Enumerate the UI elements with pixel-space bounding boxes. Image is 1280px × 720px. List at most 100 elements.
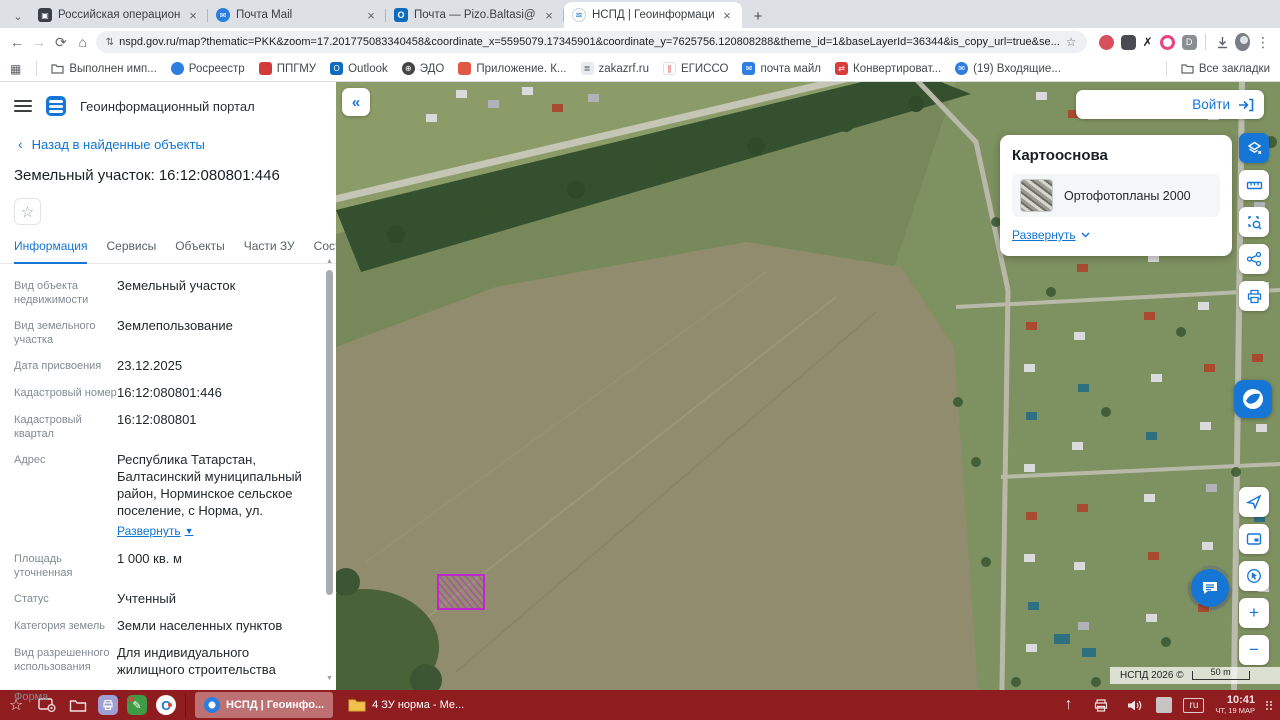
print-button[interactable] (1239, 281, 1269, 311)
scale-bar: 50 m (1191, 668, 1250, 680)
tab-close-icon[interactable]: × (364, 8, 378, 23)
zoom-in-button[interactable]: + (1239, 598, 1269, 628)
extension-icon[interactable]: D (1181, 34, 1197, 50)
bookmark-item[interactable]: ППГМУ (258, 62, 316, 75)
folder-icon (51, 64, 64, 74)
bookmark-favicon: ∥ (663, 62, 676, 75)
ruler-measure-button[interactable] (1239, 170, 1269, 200)
extension-icon[interactable]: ✗ (1143, 35, 1153, 50)
favorite-star-button[interactable]: ☆ (14, 198, 41, 225)
area-search-icon (1247, 215, 1261, 229)
bookmark-item[interactable]: Выполнен имп... (51, 63, 157, 75)
chat-assistant-button[interactable] (1187, 565, 1233, 611)
browser-tab-3[interactable]: Почта — Pizo.Baltasi@tat... × (386, 2, 564, 28)
back-icon[interactable]: ← (8, 31, 26, 53)
map-canvas[interactable]: « Войти Картооснова Ортофотопланы 2000 Р… (336, 82, 1280, 690)
bookmark-star-icon[interactable]: ☆ (1066, 35, 1077, 49)
tab-parcel-parts[interactable]: Части ЗУ (244, 239, 295, 262)
browser-toolbar: ← → ⟳ ⌂ ⇅ nspd.gov.ru/map?thematic=PKK&z… (0, 28, 1280, 56)
attribute-row: Дата присвоения 23.12.2025 (14, 358, 183, 373)
browser-tab-active[interactable]: НСПД | Геоинформацион... × (564, 2, 742, 28)
overview-map-button[interactable] (1239, 524, 1269, 554)
browser-tab-1[interactable]: Российская операционн... × (30, 2, 208, 28)
basemap-expand-link[interactable]: Развернуть (1012, 228, 1090, 242)
downloads-icon[interactable] (1213, 31, 1231, 53)
layers-icon (1247, 141, 1261, 154)
tab-close-icon[interactable]: × (542, 8, 556, 23)
home-icon[interactable]: ⌂ (74, 31, 92, 53)
tray-expand-icon[interactable]: ↑ (1057, 694, 1079, 716)
keyboard-layout-indicator[interactable]: ru (1183, 697, 1205, 713)
object-info-sidebar: Геоинформационный портал ‹ Назад в найде… (0, 82, 379, 704)
divider (36, 61, 38, 76)
folder-icon (1181, 64, 1194, 74)
layers-button[interactable] (1239, 133, 1269, 163)
extension-icon[interactable] (1098, 34, 1114, 50)
taskbar-window-folder[interactable]: 4 ЗУ норма - Ме... (342, 698, 470, 712)
selected-parcel-outline[interactable] (437, 574, 485, 610)
basemap-layer-row[interactable]: Ортофотопланы 2000 (1012, 174, 1220, 217)
share-button[interactable] (1239, 244, 1269, 274)
scroll-down-icon[interactable]: ▼ (326, 675, 333, 682)
area-search-button[interactable] (1239, 207, 1269, 237)
menu-icon[interactable] (14, 100, 32, 112)
nspd-assistant-button[interactable] (1234, 380, 1272, 418)
profile-avatar[interactable] (1235, 33, 1251, 51)
scrollbar-thumb[interactable] (326, 270, 333, 595)
address-bar[interactable]: ⇅ nspd.gov.ru/map?thematic=PKK&zoom=17.2… (95, 31, 1087, 53)
chevron-down-icon: ▼ (184, 526, 194, 536)
tab-services[interactable]: Сервисы (106, 239, 156, 262)
forward-icon[interactable]: → (30, 31, 48, 53)
clock[interactable]: 10:41 ЧТ, 19 МАР (1215, 695, 1255, 714)
login-button[interactable]: Войти (1076, 90, 1264, 119)
geolocation-button[interactable] (1239, 487, 1269, 517)
bookmark-item[interactable]: ≣ zakazrf.ru (580, 62, 649, 75)
collapse-sidebar-button[interactable]: « (342, 88, 370, 116)
tab-close-icon[interactable]: × (186, 8, 200, 23)
apps-grid-icon[interactable]: ▦ (10, 62, 22, 76)
back-to-results-link[interactable]: ‹ Назад в найденные объекты (0, 120, 336, 152)
system-tray: ↑ ru 10:41 ЧТ, 19 МАР (1057, 694, 1275, 716)
extension-icon[interactable] (1159, 34, 1175, 50)
tray-printer-icon[interactable] (1090, 694, 1112, 716)
portal-title: Геоинформационный портал (80, 98, 255, 114)
extensions-row: ✗ D (1098, 34, 1197, 50)
reload-icon[interactable]: ⟳ (52, 31, 70, 53)
tray-app-icon[interactable] (1156, 697, 1173, 713)
bookmark-item[interactable]: Росреестр (170, 62, 245, 75)
bookmark-item[interactable]: ✉ (19) Входящие... (955, 62, 1061, 75)
site-info-icon[interactable]: ⇅ (106, 37, 114, 48)
tab-search-icon[interactable]: ⌄ (6, 4, 30, 28)
url-text[interactable]: nspd.gov.ru/map?thematic=PKK&zoom=17.201… (119, 36, 1060, 48)
bookmark-item[interactable]: ⇄ Конвертироват... (835, 62, 941, 75)
sidebar-scrollbar[interactable]: ▲ ▼ (325, 258, 334, 682)
browser-tab-2[interactable]: Почта Mail × (208, 2, 386, 28)
map-attribution: НСПД 2026 © 50 m (1110, 667, 1280, 684)
all-bookmarks-button[interactable]: Все закладки (1181, 63, 1270, 75)
app-icon-editor[interactable] (127, 695, 147, 715)
bookmark-item[interactable]: ✉ почта майл (742, 62, 821, 75)
show-desktop-handle[interactable] (1266, 699, 1272, 711)
tab-favicon (572, 8, 586, 22)
bookmark-item[interactable]: ⊕ ЭДО (401, 62, 444, 75)
expand-address-link[interactable]: Развернуть ▼ (117, 523, 194, 540)
app-icon-c-browser[interactable]: C (156, 695, 176, 715)
tray-volume-icon[interactable] (1123, 694, 1145, 716)
bookmark-item[interactable]: ∥ ЕГИССО (663, 62, 728, 75)
browser-menu-icon[interactable]: ⋮ (1254, 31, 1272, 53)
bookmark-favicon: ⊕ (401, 62, 415, 75)
bookmark-item[interactable]: O Outlook (330, 62, 388, 75)
tab-objects[interactable]: Объекты (175, 239, 225, 262)
bookmark-favicon: ✉ (742, 62, 756, 75)
tab-information[interactable]: Информация (14, 239, 88, 264)
extension-icon[interactable] (1120, 34, 1136, 50)
attribute-row: Вид разрешенного использования Для индиви… (14, 645, 276, 677)
scroll-up-icon[interactable]: ▲ (326, 258, 333, 265)
login-icon (1239, 98, 1254, 111)
tab-close-icon[interactable]: × (720, 8, 734, 23)
new-tab-button[interactable]: + (746, 4, 770, 28)
bookmark-item[interactable]: Приложение. К... (458, 62, 567, 75)
nspd-map-logo-icon (1243, 389, 1263, 409)
zoom-out-button[interactable]: − (1239, 635, 1269, 665)
identify-cursor-button[interactable] (1239, 561, 1269, 591)
